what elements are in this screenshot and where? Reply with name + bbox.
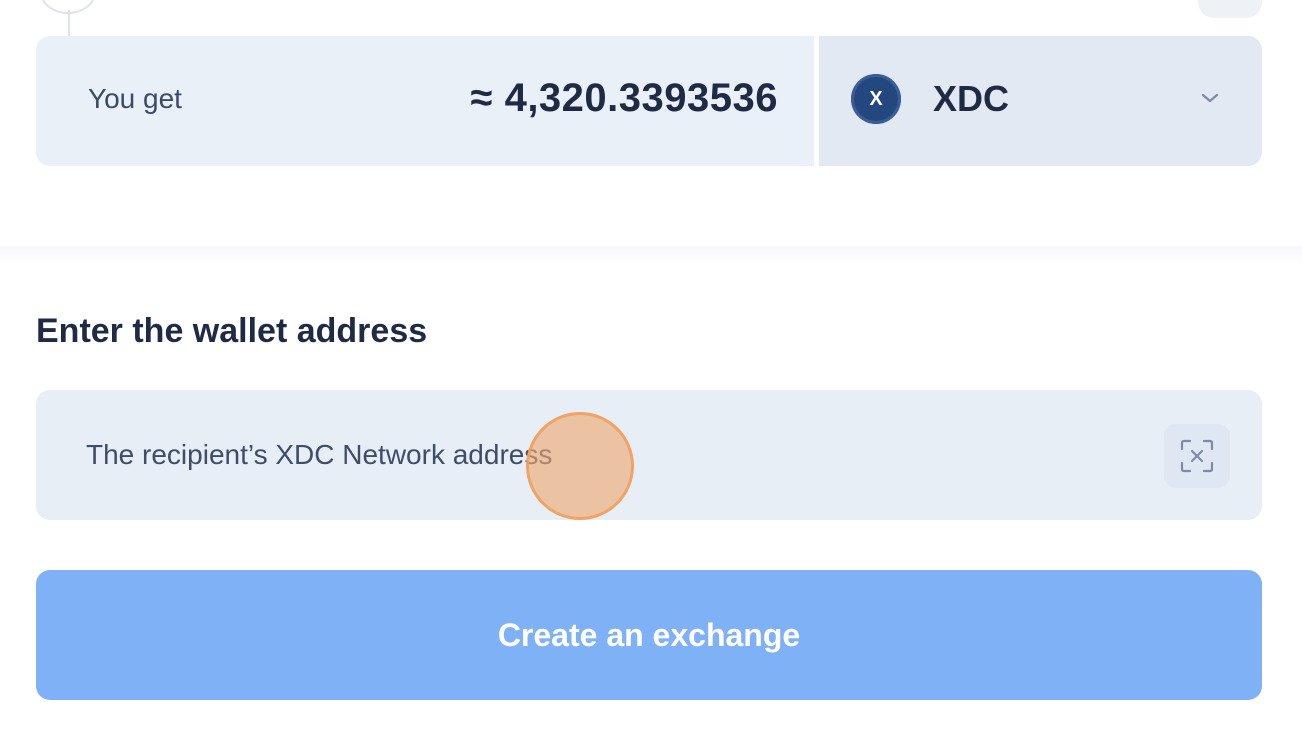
you-get-amount-field: You get ≈ 4,320.3393536 — [36, 36, 814, 166]
you-get-row: You get ≈ 4,320.3393536 X XDC — [36, 36, 1262, 166]
you-get-amount: ≈ 4,320.3393536 — [470, 76, 778, 120]
coin-glyph: X — [869, 87, 883, 110]
xdc-coin-icon: X — [851, 74, 901, 124]
currency-name: XDC — [933, 78, 1010, 119]
swap-button-partial[interactable] — [1198, 0, 1262, 18]
wallet-address-field[interactable] — [36, 390, 1262, 520]
chevron-down-icon[interactable] — [1200, 88, 1220, 108]
qr-scan-button[interactable] — [1164, 424, 1230, 488]
step-connector — [68, 10, 70, 36]
create-exchange-button[interactable]: Create an exchange — [36, 570, 1262, 700]
qr-scan-icon — [1180, 439, 1214, 473]
wallet-section-title: Enter the wallet address — [36, 312, 428, 350]
currency-select[interactable]: X XDC — [819, 36, 1262, 166]
you-get-label: You get — [88, 83, 182, 114]
touch-indicator — [526, 412, 634, 520]
previous-section-remnant — [0, 0, 1302, 36]
section-divider — [0, 246, 1302, 264]
